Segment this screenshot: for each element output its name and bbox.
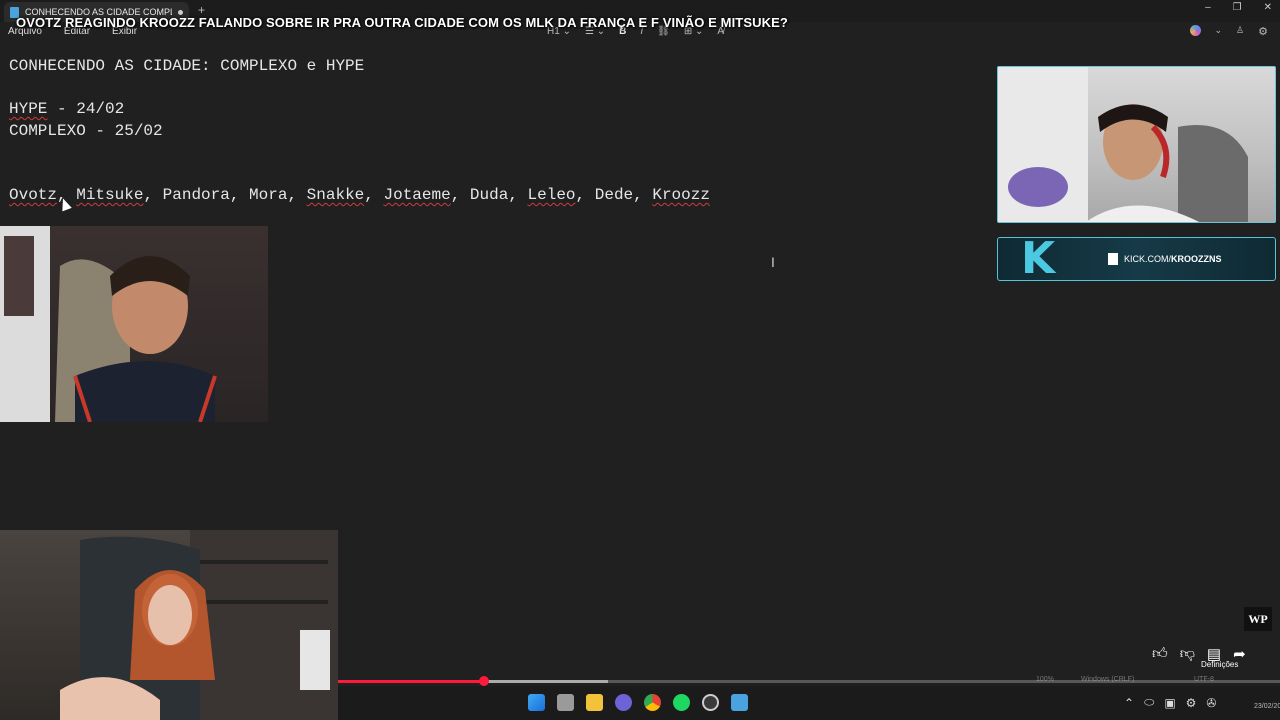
names-plain: , Dede,	[575, 186, 653, 204]
right-toolbar: ⌄ ♙ ⚙	[1189, 25, 1268, 38]
spotify-icon[interactable]	[673, 694, 690, 711]
doc-line-blank	[9, 142, 710, 164]
kick-logo-icon: K	[1020, 233, 1056, 284]
chevron-down-icon[interactable]: ⌄	[1215, 25, 1223, 38]
name-ovotz: Ovotz	[9, 186, 58, 204]
settings-icon[interactable]: ⚙	[1186, 696, 1197, 710]
clock[interactable]: 23 23/02/2026	[1254, 693, 1280, 711]
video-title: OVOTZ REAGINDO KROOZZ FALANDO SOBRE IR P…	[16, 15, 788, 30]
separator: ,	[364, 186, 384, 204]
close-icon[interactable]: ✕	[1264, 2, 1272, 13]
kick-channel: KROOZZNS	[1171, 254, 1222, 264]
name-leleo: Leleo	[527, 186, 576, 204]
names-plain: , Duda,	[450, 186, 528, 204]
network-icon[interactable]: ▣	[1164, 696, 1175, 710]
doc-line-names: Ovotz, Mitsuke, Pandora, Mora, Snakke, J…	[9, 185, 710, 207]
name-snakke: Snakke	[306, 186, 365, 204]
webcam-bottom-scene	[60, 530, 338, 720]
file-explorer-icon[interactable]	[586, 694, 603, 711]
maximize-icon[interactable]: ❐	[1233, 2, 1242, 13]
text-cursor-icon: I	[771, 254, 775, 270]
doc-line-blank	[9, 164, 710, 186]
like-icon[interactable]: 👍︎	[1152, 645, 1168, 663]
doc-line-blank	[9, 78, 710, 100]
progress-fill	[338, 680, 484, 683]
clock-date: 23/02/2026	[1254, 703, 1280, 710]
name-mitsuke: Mitsuke	[76, 186, 144, 204]
channel-watermark[interactable]: WP	[1244, 607, 1272, 631]
taskbar-apps	[528, 694, 748, 711]
chrome-icon[interactable]	[644, 694, 661, 711]
copilot-icon[interactable]	[1189, 25, 1201, 36]
name-jotaeme: Jotaeme	[383, 186, 451, 204]
clock-time: 23	[1254, 693, 1280, 702]
chevron-up-icon[interactable]: ⌃	[1124, 696, 1134, 710]
doc-line-hype: HYPE - 24/02	[9, 99, 710, 121]
system-tray: ⌃ ⬭ ▣ ⚙ ✇	[1124, 695, 1216, 710]
name-kroozz: Kroozz	[652, 186, 710, 204]
webcam-bottom	[0, 530, 338, 720]
webcam-left	[0, 226, 268, 422]
kick-url: KICK.COM/KROOZZNS	[1108, 253, 1222, 265]
kick-channel-banner: K KICK.COM/KROOZZNS	[997, 237, 1276, 281]
toggle-icon[interactable]: ⬭	[1144, 695, 1154, 710]
obs-icon[interactable]	[702, 694, 719, 711]
word-hype: HYPE	[9, 100, 48, 118]
notepad-taskbar-icon[interactable]	[731, 694, 748, 711]
webcam-right	[997, 66, 1276, 223]
dislike-icon[interactable]: 👎︎	[1180, 645, 1195, 663]
doc-line-complexo: COMPLEXO - 25/02	[9, 121, 163, 140]
kick-small-icon	[1108, 253, 1118, 265]
discord-icon[interactable]	[615, 694, 632, 711]
hype-date: - 24/02	[47, 100, 125, 118]
unsaved-dot-icon[interactable]	[178, 9, 183, 15]
tray-app-icon[interactable]: ✇	[1206, 696, 1216, 710]
gear-icon[interactable]: ⚙	[1258, 25, 1268, 38]
progress-scrubber[interactable]	[479, 676, 489, 686]
settings-label[interactable]: Definições	[1201, 660, 1238, 669]
kick-domain: KICK.COM/	[1124, 254, 1172, 264]
task-view-icon[interactable]	[557, 694, 574, 711]
document-body[interactable]: CONHECENDO AS CIDADE: COMPLEXO e HYPE HY…	[9, 56, 710, 207]
minimize-icon[interactable]: –	[1205, 2, 1211, 13]
windows-start-icon[interactable]	[528, 694, 545, 711]
account-icon[interactable]: ♙	[1236, 25, 1244, 38]
webcam-left-scene	[0, 226, 217, 422]
window-controls: – ❐ ✕	[1205, 2, 1272, 13]
webcam-right-scene	[998, 67, 1248, 222]
doc-line-title: CONHECENDO AS CIDADE: COMPLEXO e HYPE	[9, 57, 365, 75]
names-plain: , Pandora, Mora,	[143, 186, 307, 204]
